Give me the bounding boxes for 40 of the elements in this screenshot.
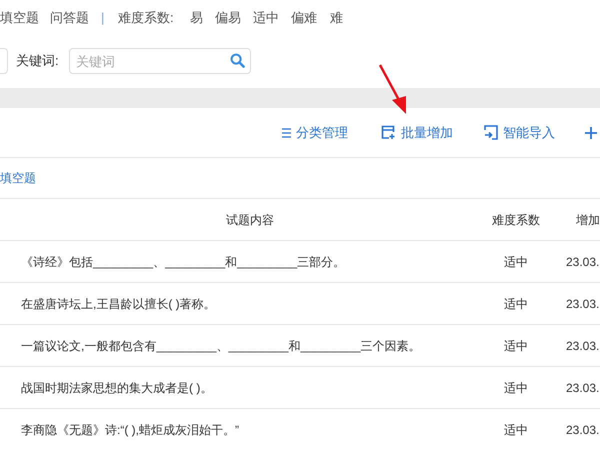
difficulty-label: 难度系数: [118, 9, 175, 28]
table-cell-text: 适中 [504, 380, 528, 396]
table-cell-text: 适中 [504, 254, 528, 270]
import-icon [484, 125, 498, 140]
difficulty-option[interactable]: 易 [190, 8, 215, 28]
difficulty-option[interactable]: 适中 [253, 8, 291, 28]
document-plus-icon [381, 125, 396, 140]
table-cell-text: 适中 [504, 338, 528, 354]
difficulty-option[interactable]: 偏易 [215, 8, 253, 28]
separator: | [101, 9, 106, 28]
table-cell-text: 23.03. [566, 380, 600, 396]
column-header: 试题内容 [226, 212, 274, 228]
difficulty-option[interactable]: 偏难 [291, 8, 330, 28]
column-header: 增加 [576, 212, 600, 228]
select-field[interactable] [0, 48, 8, 74]
smart-import-button[interactable]: 智能导入 [484, 122, 555, 142]
table-cell-text: 适中 [504, 422, 528, 438]
column-header: 难度系数 [492, 212, 540, 228]
category-manage-button[interactable]: 分类管理 [282, 122, 348, 142]
table-cell-text: 适中 [504, 296, 528, 312]
table-cell-text: 23.03. [566, 338, 600, 354]
difficulty-option[interactable]: 难 [330, 8, 350, 28]
table-cell-text: 23.03. [566, 296, 600, 312]
keyword-field[interactable]: 关键词 [69, 48, 251, 74]
question-type-option[interactable]: 填空题 [0, 8, 50, 28]
search-icon[interactable] [230, 53, 245, 68]
question-text: 战国时期法家思想的集大成者是( )。 [21, 380, 212, 396]
add-icon[interactable] [585, 126, 597, 140]
batch-add-button[interactable]: 批量增加 [381, 122, 453, 142]
table-cell-text: 23.03. [566, 422, 600, 438]
question-text: 一篇议论文,一般都包含有_________、_________和_________三个因素。 [21, 338, 421, 354]
question-type-option[interactable]: 问答题 [50, 8, 101, 28]
question-text: 李商隐《无题》诗:“( ),蜡炬成灰泪始干。” [21, 422, 239, 438]
menu-icon [282, 128, 291, 138]
question-text: 《诗经》包括_________、_________和_________三部分。 [21, 254, 346, 270]
question-text: 在盛唐诗坛上,王昌龄以擅长( )著称。 [21, 296, 216, 312]
keyword-label: 关键词: [16, 52, 60, 70]
arrow-icon [378, 64, 406, 114]
table-cell-text: 23.03. [566, 254, 600, 270]
category-tab[interactable]: 填空题 [0, 169, 36, 187]
